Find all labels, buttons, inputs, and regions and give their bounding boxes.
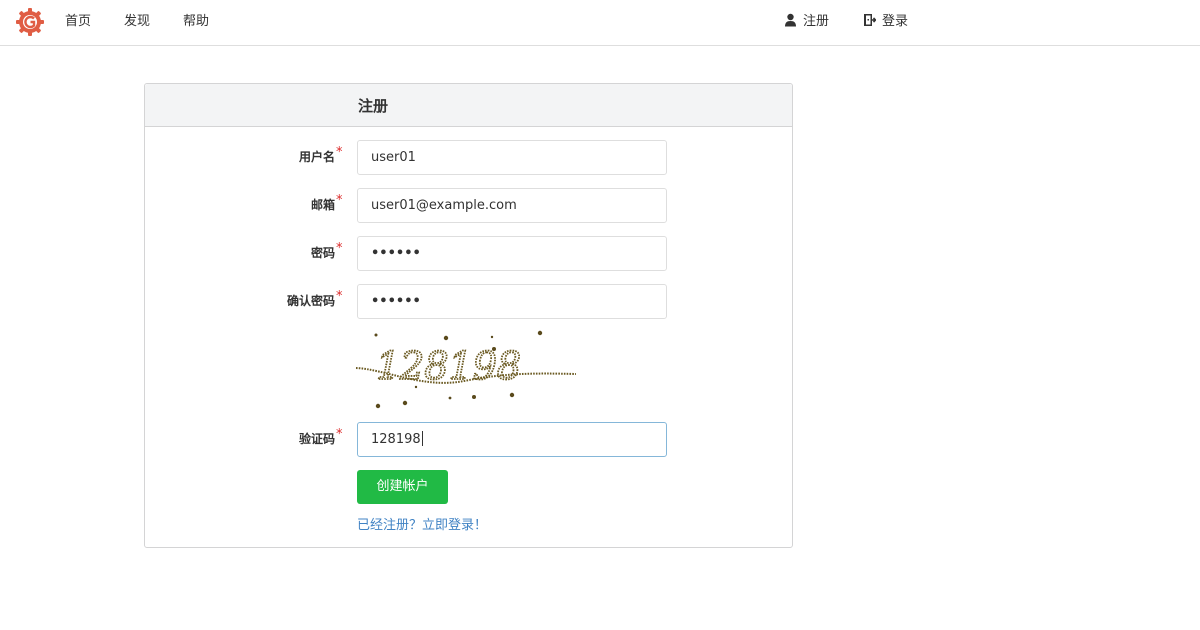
nav-register-label: 注册 — [803, 14, 830, 29]
text-caret — [421, 431, 423, 446]
captcha-text: 128198 — [376, 344, 521, 388]
username-label: 用户名 — [298, 150, 335, 164]
password-field[interactable]: •••••• — [357, 236, 667, 271]
required-marker: * — [336, 289, 343, 304]
captcha-field[interactable]: 128198 — [357, 422, 667, 457]
login-link[interactable]: 已经注册？立即登录！ — [357, 517, 487, 535]
confirm-password-field[interactable]: •••••• — [357, 284, 667, 319]
register-form-header: 注册 — [145, 84, 792, 127]
register-form-panel: 注册 用户名 * user01 邮箱 * user01@example.com … — [144, 83, 793, 548]
captcha-image[interactable]: 128198 — [354, 329, 579, 409]
required-marker: * — [336, 145, 343, 160]
required-marker: * — [336, 241, 343, 256]
nav-home[interactable]: 首页 — [65, 13, 91, 31]
required-marker: * — [336, 427, 343, 442]
gitea-logo-icon[interactable] — [15, 7, 45, 37]
create-account-button[interactable]: 创建帐户 — [357, 470, 448, 504]
nav-sign-in-label: 登录 — [882, 14, 909, 29]
top-navbar: 首页 发现 帮助 注册 登录 — [0, 0, 1200, 46]
captcha-graphic: 128198 — [355, 330, 577, 409]
captcha-field-value: 128198 — [371, 432, 421, 447]
captcha-label: 验证码 — [298, 432, 335, 446]
nav-explore[interactable]: 发现 — [124, 13, 150, 31]
username-field[interactable]: user01 — [357, 140, 667, 175]
email-label: 邮箱 — [310, 198, 335, 212]
logo-graphic — [16, 8, 44, 36]
user-icon — [784, 13, 797, 33]
nav-sign-in[interactable]: 登录 — [863, 13, 908, 33]
register-form-title: 注册 — [358, 97, 389, 115]
nav-help[interactable]: 帮助 — [183, 13, 209, 31]
required-marker: * — [336, 193, 343, 208]
email-field[interactable]: user01@example.com — [357, 188, 667, 223]
nav-register[interactable]: 注册 — [784, 13, 829, 33]
password-label: 密码 — [310, 246, 335, 260]
sign-in-icon — [863, 13, 877, 33]
confirm-password-label: 确认密码 — [286, 294, 335, 308]
